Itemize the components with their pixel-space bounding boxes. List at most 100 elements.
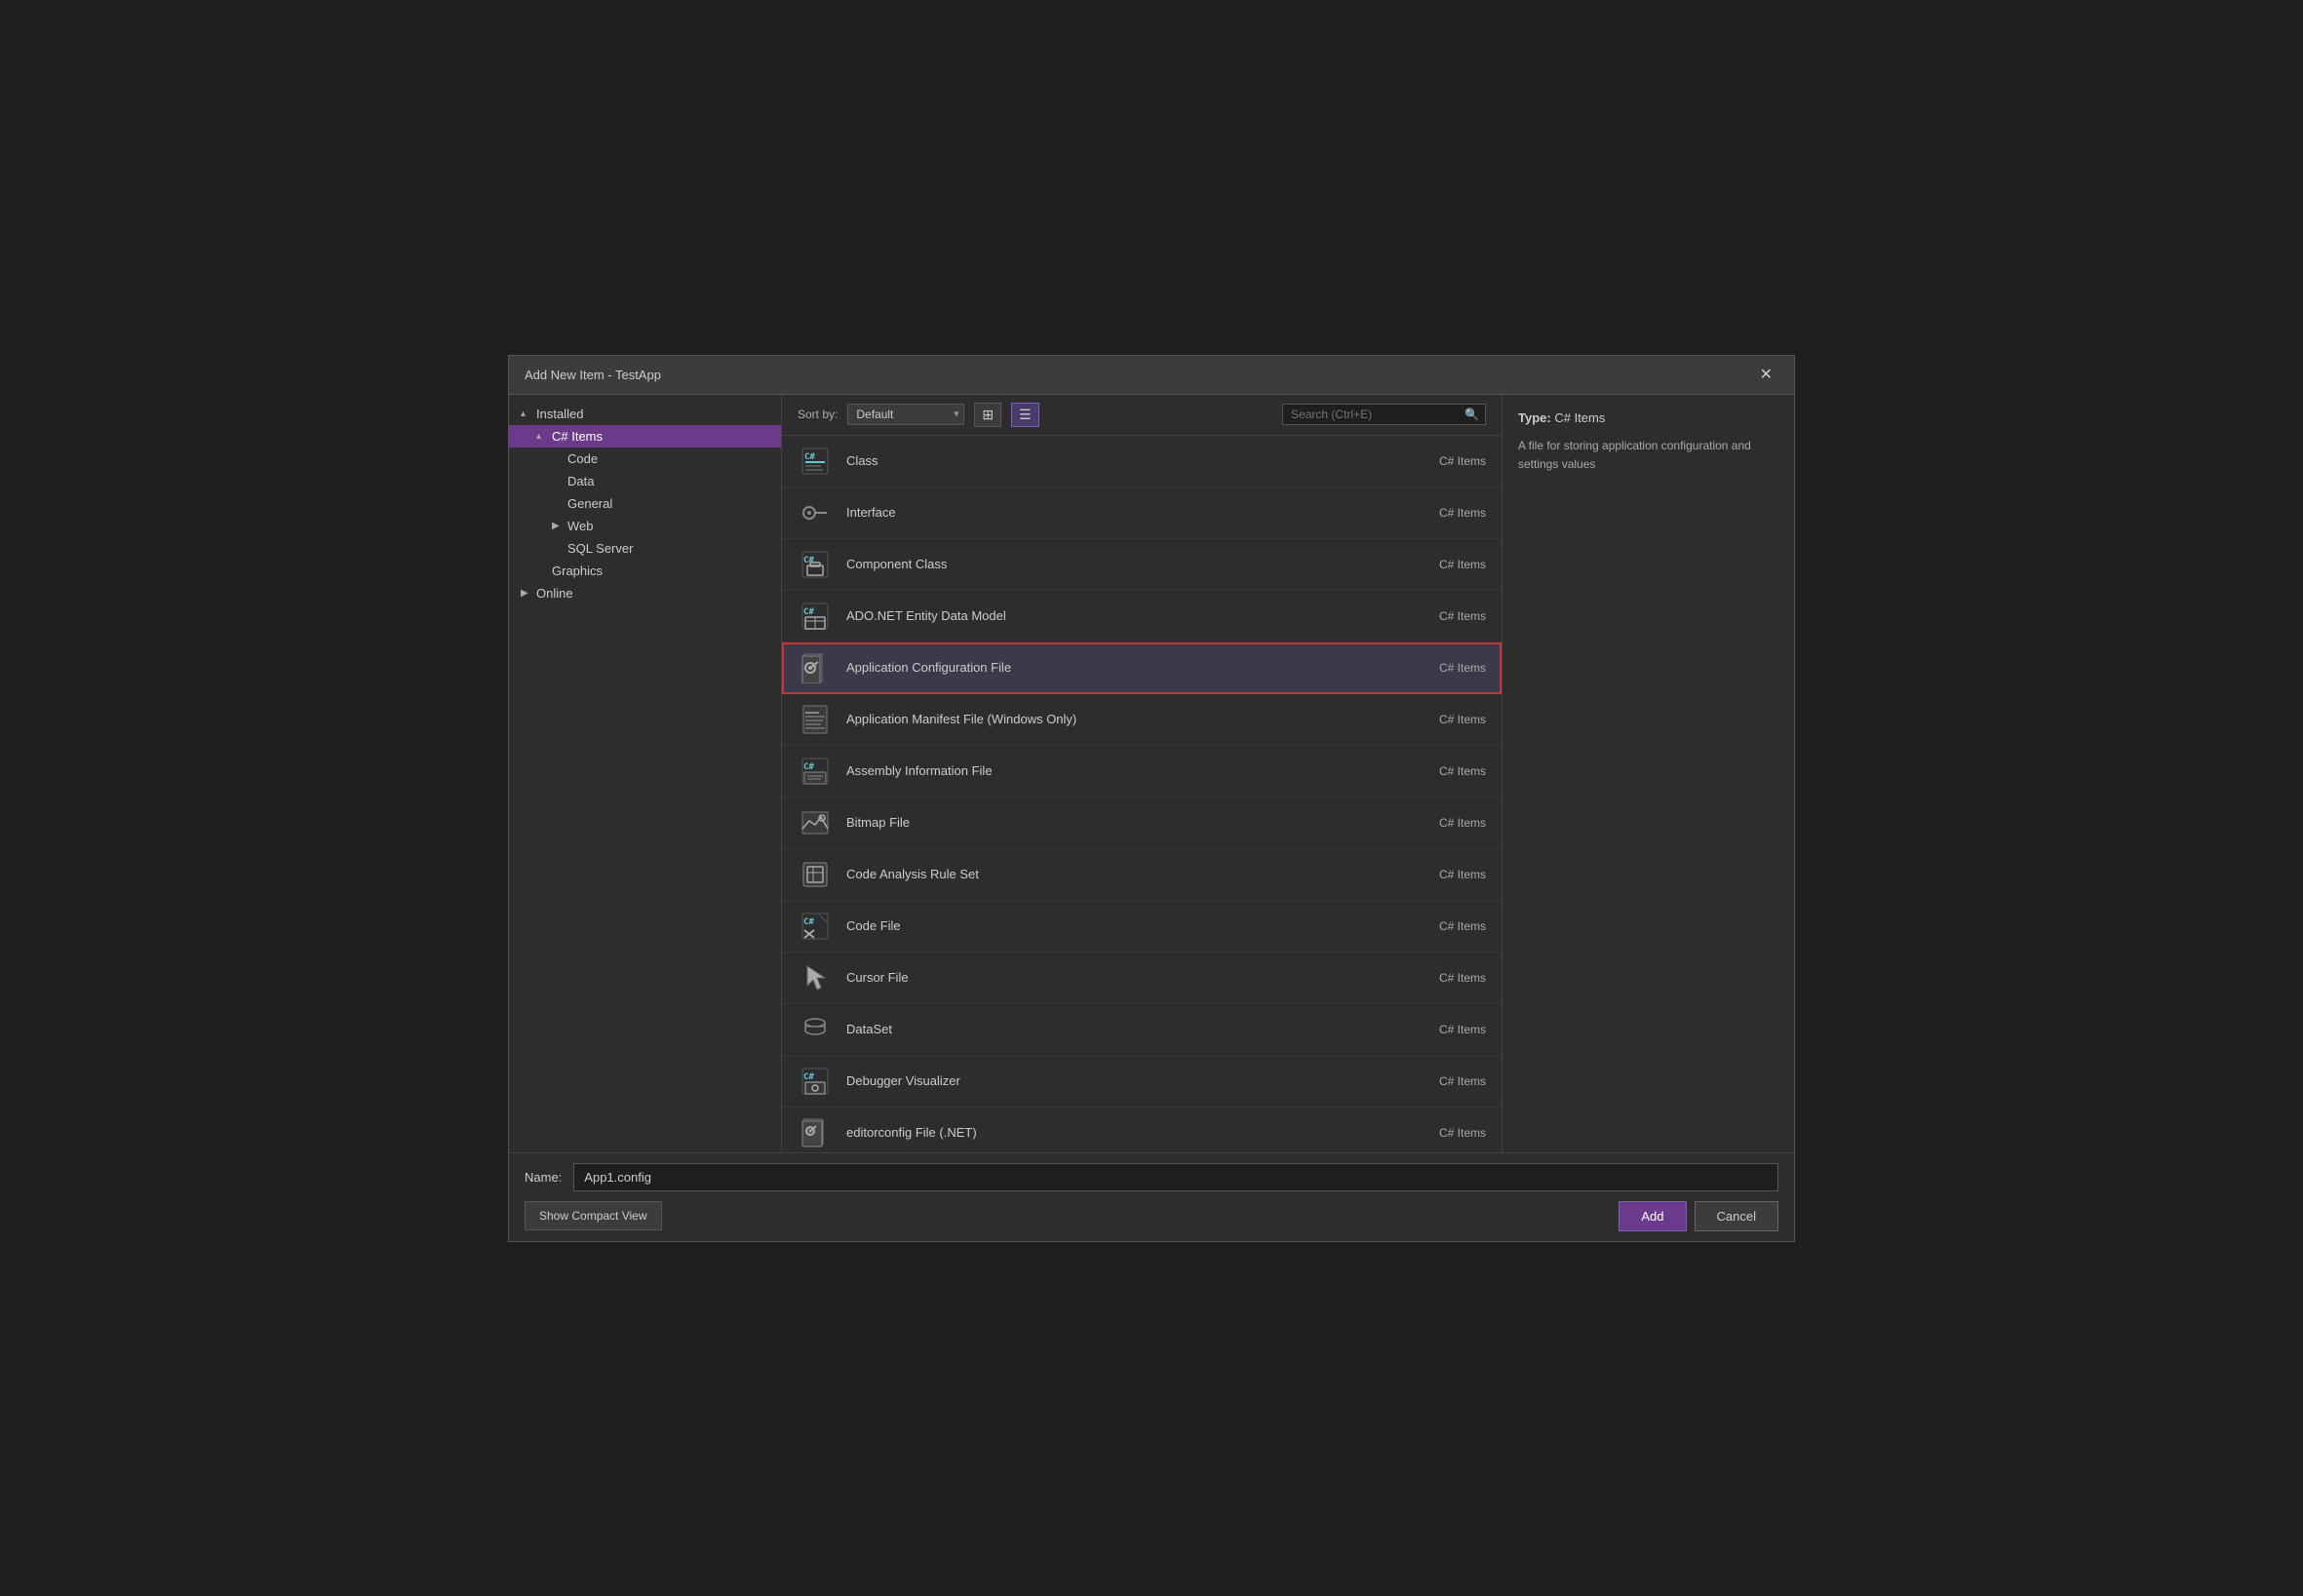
close-button[interactable]: ✕ — [1754, 363, 1778, 386]
sidebar-label-general: General — [567, 496, 612, 511]
sidebar-label-installed: Installed — [536, 407, 583, 421]
item-category-component-class: C# Items — [1408, 558, 1486, 571]
list-item-dataset[interactable]: DataSet C# Items — [782, 1004, 1502, 1056]
tree-arrow-code — [552, 453, 562, 464]
item-name-bitmap: Bitmap File — [846, 815, 1408, 830]
sidebar-item-web[interactable]: ▶ Web — [509, 515, 781, 537]
sidebar-item-installed[interactable]: ▴ Installed — [509, 403, 781, 425]
list-item-editorconfig[interactable]: editorconfig File (.NET) C# Items — [782, 1108, 1502, 1152]
sidebar-label-online: Online — [536, 586, 573, 601]
item-name-class: Class — [846, 453, 1408, 468]
list-item-debugger[interactable]: C# Debugger Visualizer C# Items — [782, 1056, 1502, 1108]
main-content: ▴ Installed ▴ C# Items Code Data Gener — [509, 395, 1794, 1152]
name-input[interactable] — [573, 1163, 1778, 1191]
tree-arrow-data — [552, 476, 562, 487]
item-name-assembly: Assembly Information File — [846, 763, 1408, 778]
item-icon-manifest — [798, 702, 833, 737]
sidebar-item-graphics[interactable]: Graphics — [509, 560, 781, 582]
list-item-component-class[interactable]: C# Component Class C# Items — [782, 539, 1502, 591]
footer-row: Show Compact View Add Cancel — [525, 1201, 1778, 1231]
sidebar-item-csharp-items[interactable]: ▴ C# Items — [509, 425, 781, 448]
item-name-cursor: Cursor File — [846, 970, 1408, 985]
sidebar-item-sql-server[interactable]: SQL Server — [509, 537, 781, 560]
item-name-app-config: Application Configuration File — [846, 660, 1408, 675]
item-icon-assembly: C# — [798, 754, 833, 789]
sidebar-label-sql: SQL Server — [567, 541, 633, 556]
list-item-interface[interactable]: Interface C# Items — [782, 487, 1502, 539]
sidebar-item-online[interactable]: ▶ Online — [509, 582, 781, 604]
list-item-code-analysis[interactable]: Code Analysis Rule Set C# Items — [782, 849, 1502, 901]
item-icon-cursor — [798, 960, 833, 995]
item-category-debugger: C# Items — [1408, 1074, 1486, 1088]
svg-text:C#: C# — [803, 556, 814, 565]
item-category-bitmap: C# Items — [1408, 816, 1486, 830]
item-name-adonet: ADO.NET Entity Data Model — [846, 608, 1408, 623]
svg-text:C#: C# — [804, 452, 815, 462]
list-item-adonet[interactable]: C# ADO.NET Entity Data Model C# Items — [782, 591, 1502, 642]
grid-view-button[interactable]: ⊞ — [974, 403, 1001, 427]
list-item-assembly[interactable]: C# Assembly Information File C# Items — [782, 746, 1502, 798]
item-name-manifest: Application Manifest File (Windows Only) — [846, 712, 1408, 726]
item-icon-class: C# — [798, 444, 833, 479]
add-new-item-dialog: Add New Item - TestApp ✕ ▴ Installed ▴ C… — [508, 355, 1795, 1242]
sidebar-item-general[interactable]: General — [509, 492, 781, 515]
name-row: Name: — [525, 1163, 1778, 1191]
items-list: C# Class C# Items — [782, 436, 1502, 1152]
item-name-interface: Interface — [846, 505, 1408, 520]
sidebar: ▴ Installed ▴ C# Items Code Data Gener — [509, 395, 782, 1152]
list-item-manifest[interactable]: Application Manifest File (Windows Only)… — [782, 694, 1502, 746]
sidebar-label-graphics: Graphics — [552, 564, 603, 578]
svg-text:C#: C# — [803, 917, 814, 927]
search-icon-button[interactable]: 🔍 — [1459, 405, 1485, 424]
tree-arrow-csharp: ▴ — [536, 431, 546, 442]
cancel-button[interactable]: Cancel — [1695, 1201, 1778, 1231]
search-input[interactable] — [1283, 405, 1459, 424]
list-item-app-config[interactable]: Application Configuration File C# Items — [782, 642, 1502, 694]
toolbar: Sort by: Default Name Type ⊞ ☰ — [782, 395, 1502, 436]
item-category-dataset: C# Items — [1408, 1023, 1486, 1036]
tree-arrow-installed: ▴ — [521, 409, 530, 419]
sort-label: Sort by: — [798, 408, 838, 421]
item-name-component-class: Component Class — [846, 557, 1408, 571]
type-label: Type: — [1518, 410, 1551, 425]
tree-arrow-general — [552, 498, 562, 509]
item-icon-code-file: C# — [798, 909, 833, 944]
tree-arrow-web: ▶ — [552, 521, 562, 531]
search-box: 🔍 — [1282, 404, 1486, 425]
add-button[interactable]: Add — [1619, 1201, 1686, 1231]
item-category-code-file: C# Items — [1408, 919, 1486, 933]
sort-select-wrap: Default Name Type — [847, 404, 964, 425]
item-icon-config — [798, 650, 833, 685]
search-icon: 🔍 — [1464, 408, 1479, 421]
sidebar-label-csharp: C# Items — [552, 429, 603, 444]
tree-arrow-online: ▶ — [521, 588, 530, 599]
dialog-title: Add New Item - TestApp — [525, 368, 661, 382]
item-icon-bitmap — [798, 805, 833, 840]
item-name-code-file: Code File — [846, 918, 1408, 933]
info-type: Type: C# Items — [1518, 410, 1778, 425]
list-item-class[interactable]: C# Class C# Items — [782, 436, 1502, 487]
compact-view-button[interactable]: Show Compact View — [525, 1201, 662, 1230]
tree-arrow-graphics — [536, 565, 546, 576]
sort-select[interactable]: Default Name Type — [847, 404, 964, 425]
item-icon-adonet: C# — [798, 599, 833, 634]
item-category-assembly: C# Items — [1408, 764, 1486, 778]
sidebar-label-data: Data — [567, 474, 594, 488]
item-category-manifest: C# Items — [1408, 713, 1486, 726]
list-view-button[interactable]: ☰ — [1011, 403, 1039, 427]
list-item-bitmap[interactable]: Bitmap File C# Items — [782, 798, 1502, 849]
item-category-app-config: C# Items — [1408, 661, 1486, 675]
sidebar-item-code[interactable]: Code — [509, 448, 781, 470]
list-item-code-file[interactable]: C# Code File C# Items — [782, 901, 1502, 953]
item-name-dataset: DataSet — [846, 1022, 1408, 1036]
item-category-interface: C# Items — [1408, 506, 1486, 520]
item-name-editorconfig: editorconfig File (.NET) — [846, 1125, 1408, 1140]
item-icon-editorconfig — [798, 1115, 833, 1150]
bottom-bar: Name: Show Compact View Add Cancel — [509, 1152, 1794, 1241]
item-icon-component: C# — [798, 547, 833, 582]
title-bar: Add New Item - TestApp ✕ — [509, 356, 1794, 395]
item-icon-code-analysis — [798, 857, 833, 892]
list-item-cursor[interactable]: Cursor File C# Items — [782, 953, 1502, 1004]
sidebar-label-code: Code — [567, 451, 598, 466]
sidebar-item-data[interactable]: Data — [509, 470, 781, 492]
